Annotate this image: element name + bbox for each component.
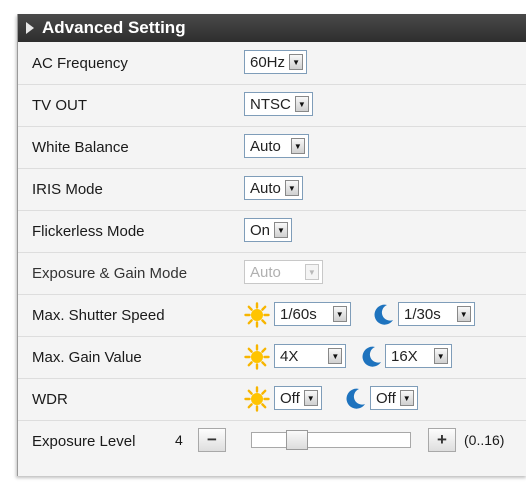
slider-thumb[interactable]	[286, 430, 308, 450]
iris-mode-value: Auto	[250, 179, 281, 197]
row-max-shutter-speed: Max. Shutter Speed 1/60s ▼ 1/30s ▼	[18, 294, 526, 337]
white-balance-label: White Balance	[32, 138, 129, 156]
dropdown-arrow-icon[interactable]: ▼	[274, 222, 289, 238]
day-shutter-value: 1/60s	[280, 305, 317, 323]
max-gain-value-label: Max. Gain Value	[32, 348, 142, 366]
night-gain-select[interactable]: 16X ▼	[385, 344, 452, 368]
day-gain-value: 4X	[280, 347, 299, 365]
moon-icon	[346, 388, 365, 409]
tv-out-select[interactable]: NTSC ▼	[244, 92, 313, 116]
sun-icon	[244, 386, 270, 412]
panel-header[interactable]: Advanced Setting	[18, 14, 526, 42]
dropdown-arrow-icon[interactable]: ▼	[456, 306, 471, 322]
night-wdr-value: Off	[376, 389, 396, 407]
exposure-level-value: 4	[175, 432, 183, 448]
exposure-decrease-button[interactable]: −	[198, 428, 226, 452]
tv-out-value: NTSC	[250, 95, 291, 113]
dropdown-arrow-icon[interactable]: ▼	[332, 306, 347, 322]
row-iris-mode: IRIS Mode Auto ▼	[18, 168, 526, 211]
ac-frequency-label: AC Frequency	[32, 54, 128, 72]
row-exposure-level: Exposure Level 4 − + (0..16)	[18, 420, 526, 462]
row-wdr: WDR Off ▼ Off ▼	[18, 378, 526, 421]
dropdown-arrow-icon[interactable]: ▼	[303, 390, 318, 406]
dropdown-arrow-icon[interactable]: ▼	[289, 54, 304, 70]
flickerless-mode-label: Flickerless Mode	[32, 222, 145, 240]
ac-frequency-value: 60Hz	[250, 53, 286, 71]
night-wdr-select[interactable]: Off ▼	[370, 386, 418, 410]
dropdown-arrow-icon[interactable]: ▼	[399, 390, 414, 406]
panel-title: Advanced Setting	[42, 18, 186, 37]
dropdown-arrow-icon[interactable]: ▼	[433, 348, 448, 364]
flickerless-mode-select[interactable]: On ▼	[244, 218, 293, 242]
row-tv-out: TV OUT NTSC ▼	[18, 84, 526, 127]
dropdown-arrow-icon[interactable]: ▼	[284, 180, 299, 196]
max-shutter-speed-label: Max. Shutter Speed	[32, 306, 165, 324]
expand-triangle-icon[interactable]	[26, 22, 34, 34]
day-gain-select[interactable]: 4X ▼	[274, 344, 347, 368]
moon-icon	[362, 346, 381, 367]
tv-out-label: TV OUT	[32, 96, 87, 114]
exposure-increase-button[interactable]: +	[428, 428, 456, 452]
dropdown-arrow-icon: ▼	[304, 264, 319, 280]
sun-icon	[244, 344, 270, 370]
night-shutter-value: 1/30s	[404, 305, 441, 323]
exposure-range-label: (0..16)	[464, 432, 505, 448]
row-exposure-gain-mode: Exposure & Gain Mode Auto ▼	[18, 252, 526, 295]
wdr-label: WDR	[32, 390, 68, 408]
night-shutter-select[interactable]: 1/30s ▼	[398, 302, 475, 326]
advanced-setting-panel: Advanced Setting AC Frequency 60Hz ▼ TV …	[17, 14, 526, 476]
exposure-gain-mode-label: Exposure & Gain Mode	[32, 264, 188, 282]
row-ac-frequency: AC Frequency 60Hz ▼	[18, 42, 526, 85]
row-max-gain-value: Max. Gain Value 4X ▼ 16X ▼	[18, 336, 526, 379]
dropdown-arrow-icon[interactable]: ▼	[294, 96, 309, 112]
exposure-level-slider[interactable]	[251, 430, 411, 450]
flickerless-mode-value: On	[250, 221, 271, 239]
dropdown-arrow-icon[interactable]: ▼	[290, 138, 305, 154]
row-flickerless-mode: Flickerless Mode On ▼	[18, 210, 526, 253]
iris-mode-label: IRIS Mode	[32, 180, 103, 198]
exposure-level-label: Exposure Level	[32, 432, 136, 450]
day-shutter-select[interactable]: 1/60s ▼	[274, 302, 351, 326]
exposure-gain-mode-select: Auto ▼	[244, 260, 323, 284]
dropdown-arrow-icon[interactable]: ▼	[328, 348, 343, 364]
sun-icon	[244, 302, 270, 328]
exposure-gain-mode-value: Auto	[250, 263, 281, 281]
row-white-balance: White Balance Auto ▼	[18, 126, 526, 169]
day-wdr-value: Off	[280, 389, 300, 407]
ac-frequency-select[interactable]: 60Hz ▼	[244, 50, 308, 74]
iris-mode-select[interactable]: Auto ▼	[244, 176, 303, 200]
day-wdr-select[interactable]: Off ▼	[274, 386, 322, 410]
white-balance-value: Auto	[250, 137, 281, 155]
white-balance-select[interactable]: Auto ▼	[244, 134, 309, 158]
night-gain-value: 16X	[391, 347, 418, 365]
moon-icon	[374, 304, 393, 325]
